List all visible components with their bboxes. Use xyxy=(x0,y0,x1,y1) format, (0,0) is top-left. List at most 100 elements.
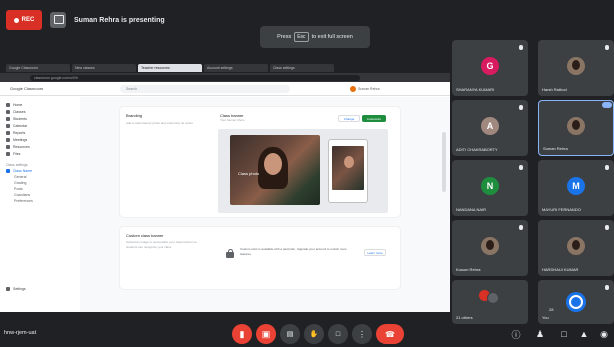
captions-icon: ▤ xyxy=(286,331,294,338)
branding-card: Branding Add a class banner photo and cu… xyxy=(120,107,400,217)
photo-face xyxy=(264,153,282,175)
nav-item: Home xyxy=(6,101,74,108)
nav-item: Reports xyxy=(6,129,74,136)
phone-hangup-icon: ☎ xyxy=(385,329,395,339)
others-count: 21 others xyxy=(456,315,473,320)
participant-name: NANDANA NAIR xyxy=(456,207,487,212)
customize-button: Customize xyxy=(362,115,386,122)
nav-item: Classes xyxy=(6,108,74,115)
participant-name: HARDHAUI KUMAR xyxy=(542,267,579,272)
nav-item: Students xyxy=(6,115,74,122)
mic-icon xyxy=(605,225,609,230)
nav-item: Calendar xyxy=(6,122,74,129)
recording-badge[interactable]: REC xyxy=(6,10,42,30)
left-nav: Home Classes Students Calendar Reports M… xyxy=(0,97,80,312)
class-icon xyxy=(6,168,10,173)
participant-name: MAYURI FERNANDO xyxy=(542,207,581,212)
exit-fullscreen-toast: Press Esc to exit full screen xyxy=(260,26,370,48)
camera-off-icon: ▣ xyxy=(261,328,271,339)
end-call-button[interactable]: ☎ xyxy=(376,324,404,344)
avatar xyxy=(350,85,356,92)
reports-icon xyxy=(6,130,10,135)
info-icon[interactable]: ⓘ xyxy=(510,328,522,340)
speaking-badge xyxy=(602,102,612,108)
nav-item-selected: Class Name xyxy=(6,167,74,174)
nav-label: Resources xyxy=(13,144,30,149)
class-icon xyxy=(6,109,10,114)
rec-label: REC xyxy=(21,17,35,23)
avatar: A xyxy=(481,116,499,135)
shared-screen: Google Classroom New classes Teacher res… xyxy=(0,62,450,312)
calendar-icon xyxy=(6,123,10,128)
browser-tab: Google Classroom xyxy=(6,63,70,72)
mic-icon xyxy=(519,165,523,170)
nav-label: Home xyxy=(13,102,23,107)
participant-name: ADITI CHAKRABORTY xyxy=(456,147,498,152)
people-icon xyxy=(6,116,10,121)
nav-label: Meetings xyxy=(13,137,28,142)
camera-off-button[interactable]: ▣ xyxy=(256,324,276,344)
banner-preview: Class photo xyxy=(218,129,388,213)
participant-tile[interactable]: HARDHAUI KUMAR xyxy=(538,220,614,276)
gear-icon xyxy=(6,286,10,291)
participant-tile[interactable]: N NANDANA NAIR xyxy=(452,160,528,216)
present-screen-icon xyxy=(50,12,66,28)
participant-name: You xyxy=(542,315,549,320)
control-bar: hnw-rjem-uat ▮ ▣ ▤ ✋ □ ⋮ ☎ ⓘ ♟ □ ▲ ◉ xyxy=(0,322,614,347)
more-options-button[interactable]: ⋮ xyxy=(352,324,372,344)
self-tile[interactable]: You xyxy=(538,280,614,324)
nav-label: Calendar xyxy=(13,123,28,128)
participant-name: Suman Rehra xyxy=(543,146,568,151)
card-title: Branding xyxy=(126,113,143,118)
raise-hand-button[interactable]: ✋ xyxy=(304,324,324,344)
others-avatars xyxy=(479,289,501,306)
phone-preview xyxy=(328,139,368,203)
mic-icon xyxy=(519,105,523,110)
lock-icon[interactable]: ◉ xyxy=(598,328,610,340)
participant-name: Kusum Rehra xyxy=(456,267,481,272)
card-title: Custom class banner xyxy=(126,233,164,238)
hand-icon: ✋ xyxy=(309,331,319,338)
presenting-text: Suman Rehra is presenting xyxy=(74,16,165,24)
participant-tile[interactable]: Kusum Rehra xyxy=(452,220,528,276)
activities-icon[interactable]: ▲ xyxy=(578,328,590,340)
search-input: Search xyxy=(120,84,290,93)
avatar xyxy=(567,56,585,75)
participant-tile[interactable]: A ADITI CHAKRABORTY xyxy=(452,100,528,156)
present-button[interactable]: □ xyxy=(328,324,348,344)
browser-tab: New classes xyxy=(72,63,136,72)
participant-tile[interactable]: G SHARANYA KUMARI xyxy=(452,40,528,96)
participant-tile-active[interactable]: Suman Rehra xyxy=(538,100,614,156)
people-icon[interactable]: ♟ xyxy=(534,328,546,340)
banner-photo: Class photo xyxy=(230,135,320,205)
avatar xyxy=(487,291,499,304)
chat-icon[interactable]: □ xyxy=(558,328,570,340)
participant-tile[interactable]: Harsh Rathod xyxy=(538,40,614,96)
present-icon: □ xyxy=(335,330,341,338)
address-bar: classroom.google.com/u/0/h xyxy=(0,73,450,82)
phone-face xyxy=(344,156,354,168)
nav-label: Files xyxy=(13,151,21,156)
mic-icon xyxy=(605,45,609,50)
mic-off-button[interactable]: ▮ xyxy=(232,324,252,344)
nav-label: Classes xyxy=(13,109,26,114)
browser-tab: Class settings xyxy=(270,63,334,72)
lock-icon xyxy=(226,249,234,258)
browser-tabs: Google Classroom New classes Teacher res… xyxy=(0,62,450,73)
files-icon xyxy=(6,151,10,156)
browser-tab-active: Teacher resources xyxy=(138,63,202,72)
nav-label: Reports xyxy=(13,130,26,135)
participant-tile[interactable]: M MAYURI FERNANDO xyxy=(538,160,614,216)
captions-button[interactable]: ▤ xyxy=(280,324,300,344)
banner-subtitle: Your banner photo xyxy=(220,118,245,122)
url-field: classroom.google.com/u/0/h xyxy=(30,74,360,81)
user-name: Suman Rehra xyxy=(358,86,380,91)
phone-photo xyxy=(332,146,364,190)
esc-key: Esc xyxy=(294,32,309,42)
mic-icon xyxy=(605,285,609,290)
people-count-badge: 28 xyxy=(549,307,554,312)
lock-body xyxy=(226,252,234,258)
nav-label: Class Name xyxy=(13,168,33,173)
settings-content: Branding Add a class banner photo and cu… xyxy=(80,97,450,312)
others-tile[interactable]: 21 others xyxy=(452,280,528,324)
